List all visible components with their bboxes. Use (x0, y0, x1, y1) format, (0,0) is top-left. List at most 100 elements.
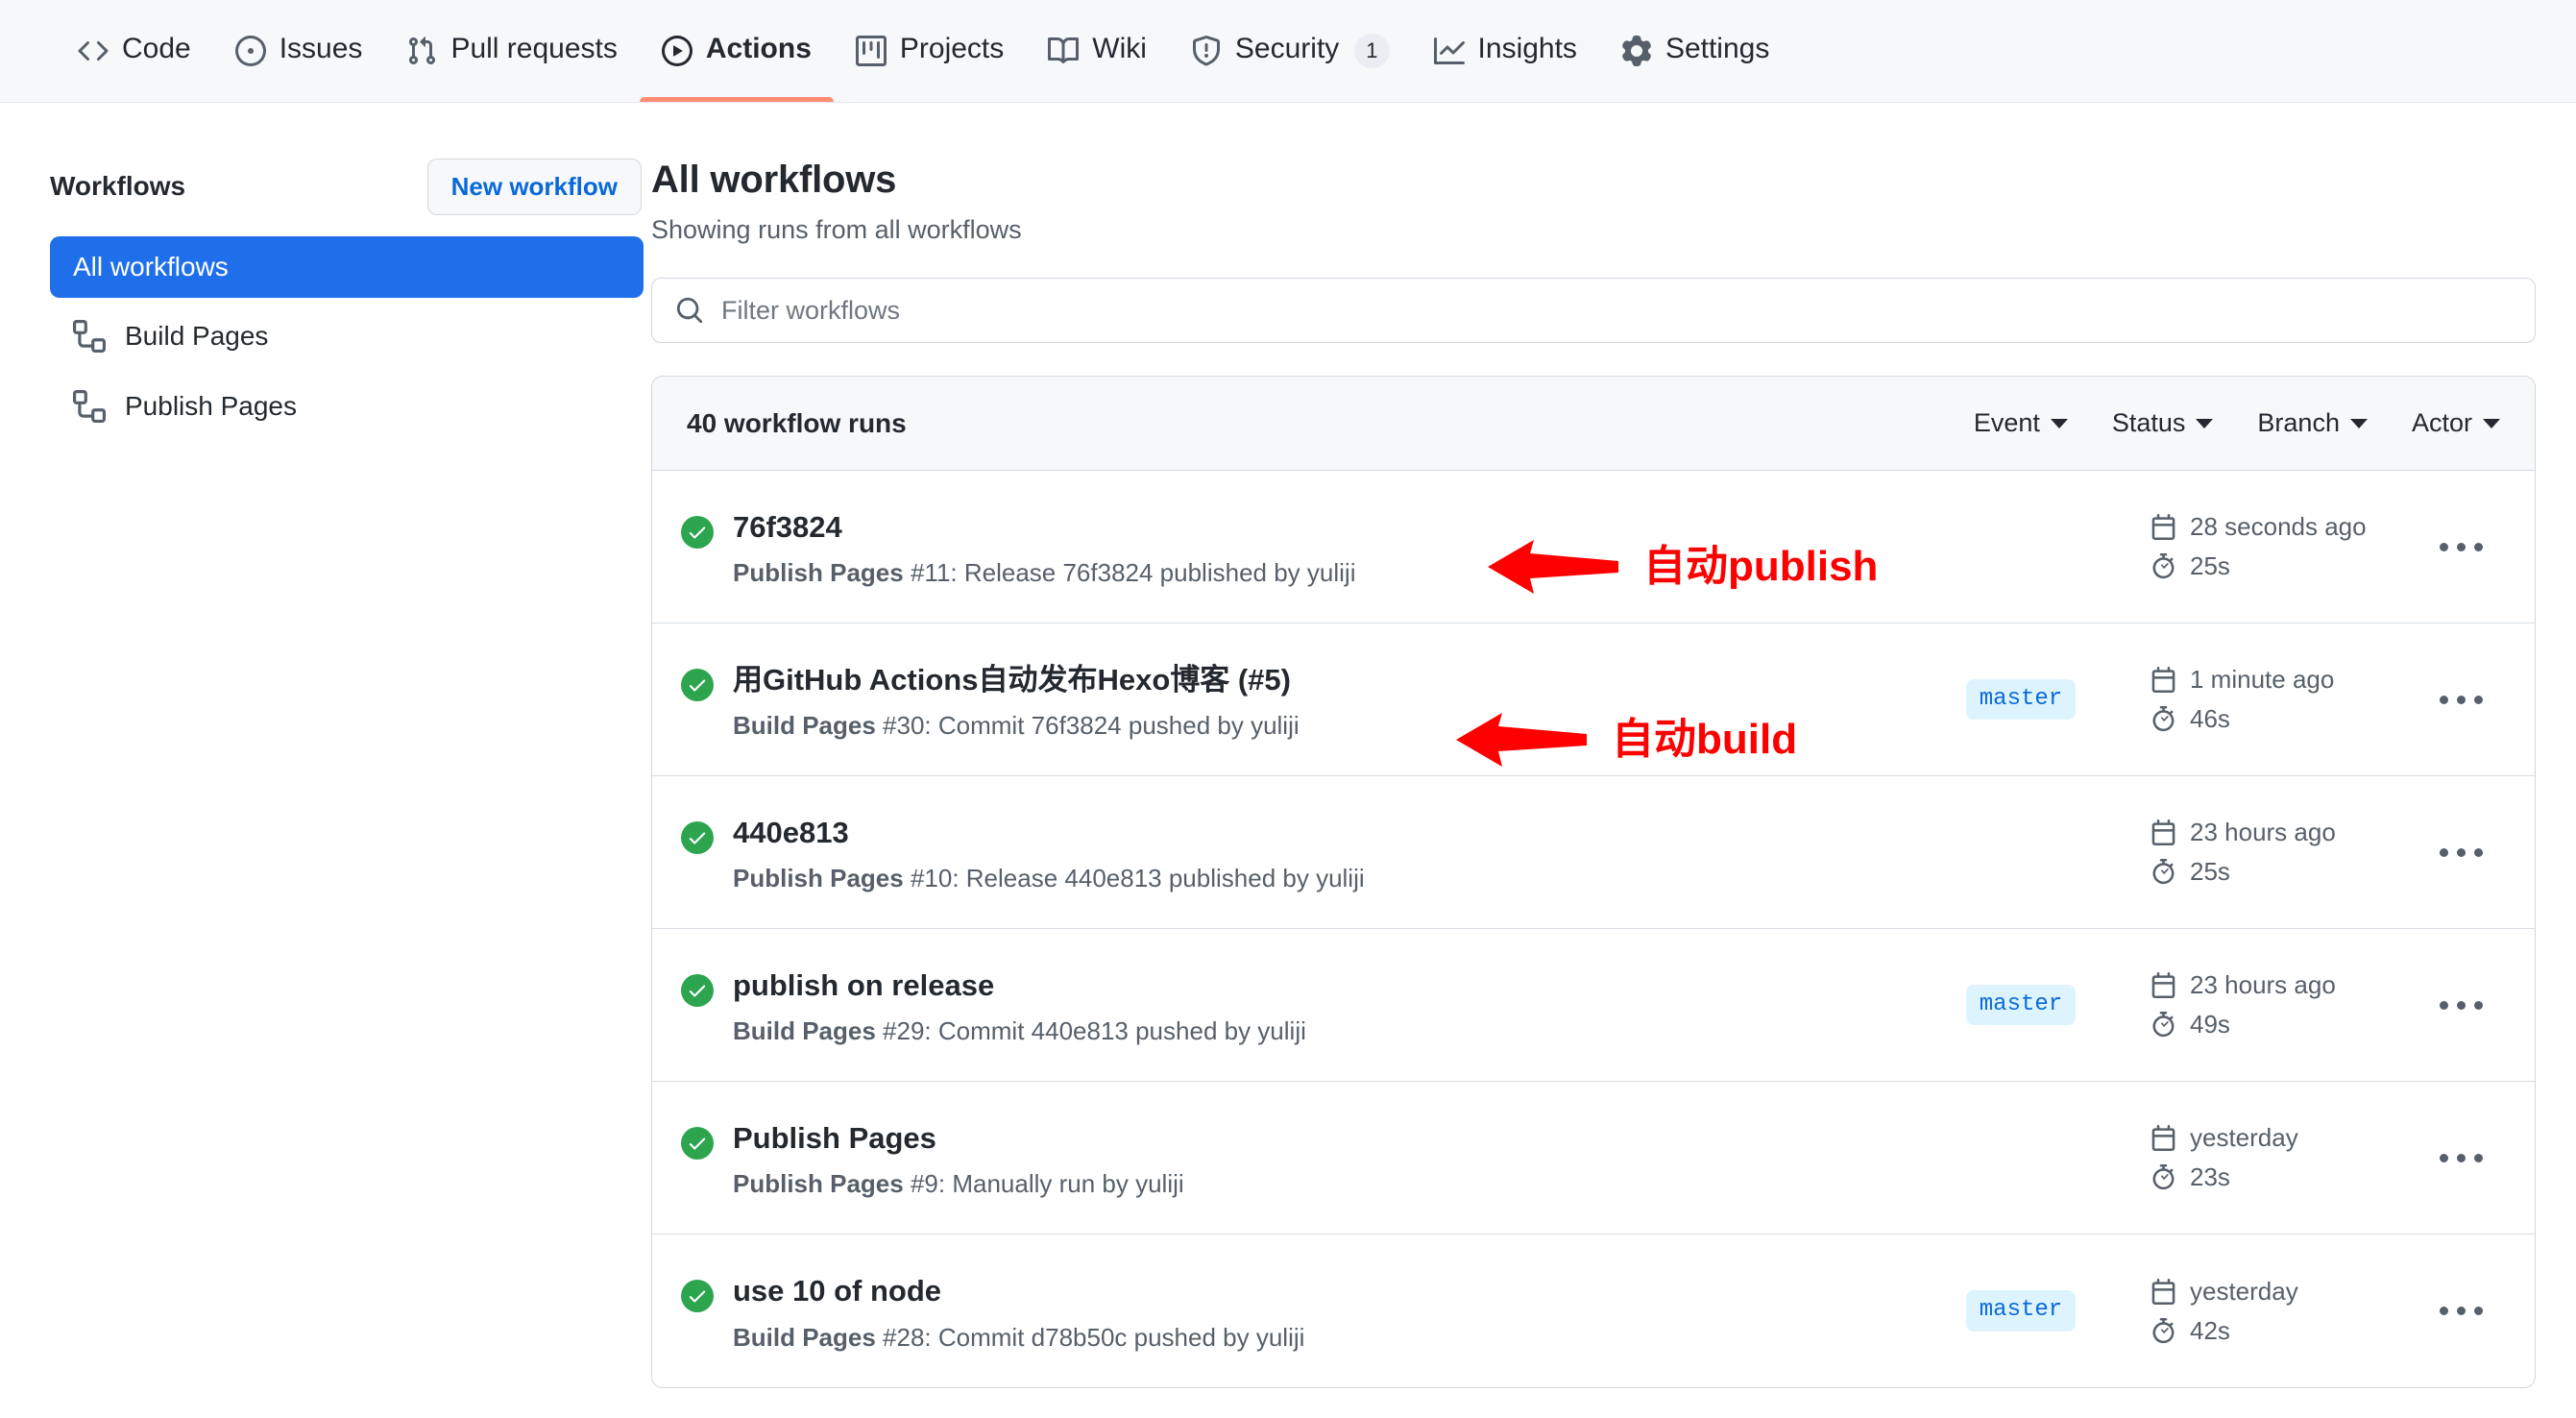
run-timestamp: yesterday (2151, 1277, 2419, 1307)
status-success-icon (681, 668, 714, 701)
run-duration: 25s (2151, 551, 2419, 581)
stopwatch-icon (2151, 1012, 2176, 1038)
chevron-down-icon (2349, 418, 2368, 428)
sidebar-item-all-workflows[interactable]: All workflows (50, 235, 644, 298)
kebab-menu-icon[interactable] (2439, 1307, 2483, 1315)
nav-item-projects[interactable]: Projects (834, 0, 1026, 102)
run-title[interactable]: 76f3824 (733, 509, 1355, 547)
filter-label: Branch (2257, 408, 2340, 437)
row-actions (2419, 695, 2502, 704)
filter-status[interactable]: Status (2112, 408, 2214, 438)
timestamp-text: 28 seconds ago (2190, 512, 2367, 541)
table-row[interactable]: 440e813 Publish Pages #10: Release 440e81… (652, 776, 2535, 929)
table-row[interactable]: publish on release Build Pages #29: Commi… (652, 929, 2535, 1082)
run-title[interactable]: 用GitHub Actions自动发布Hexo博客 (#5) (733, 662, 1300, 699)
nav-item-pull-requests[interactable]: Pull requests (384, 0, 639, 102)
security-counter: 1 (1354, 33, 1390, 68)
nav-item-label: Insights (1477, 32, 1577, 64)
filter-label: Actor (2411, 408, 2472, 437)
sidebar-item-publish-pages[interactable]: Publish Pages (50, 375, 644, 438)
branch-column: master (1891, 1290, 2151, 1332)
run-meta: 28 seconds ago 25s (2151, 512, 2419, 581)
branch-column: master (1891, 984, 2151, 1026)
table-row[interactable]: use 10 of node Build Pages #28: Commit d7… (652, 1235, 2535, 1387)
filter-workflows-input[interactable] (721, 295, 2512, 326)
run-title[interactable]: use 10 of node (733, 1273, 1304, 1310)
kebab-menu-icon[interactable] (2439, 542, 2483, 551)
run-workflow-name: Publish Pages (733, 1169, 904, 1199)
nav-item-code[interactable]: Code (56, 0, 213, 102)
filter-label: Status (2111, 408, 2186, 437)
row-actions (2419, 1000, 2502, 1010)
chevron-down-icon (2050, 418, 2068, 428)
status-success-icon (681, 515, 714, 549)
filter-actor[interactable]: Actor (2412, 408, 2500, 438)
filter-workflows-box[interactable] (651, 278, 2536, 343)
nav-item-wiki[interactable]: Wiki (1026, 0, 1169, 102)
run-description: Build Pages #29: Commit 440e813 pushed b… (733, 1016, 1306, 1046)
branch-badge[interactable]: master (1965, 678, 2077, 721)
run-summary: 440e813 Publish Pages #10: Release 440e81… (681, 811, 1891, 894)
gear-icon (1621, 35, 1652, 66)
nav-item-actions[interactable]: Actions (639, 0, 834, 102)
kebab-menu-icon[interactable] (2439, 1000, 2483, 1010)
nav-item-issues[interactable]: Issues (213, 0, 385, 102)
run-text-block: use 10 of node Build Pages #28: Commit d7… (733, 1273, 1304, 1353)
kebab-menu-icon[interactable] (2439, 1153, 2483, 1162)
duration-text: 49s (2190, 1010, 2230, 1039)
run-detail: #9: Manually run by yuliji (903, 1169, 1184, 1199)
duration-text: 46s (2190, 704, 2230, 733)
run-title[interactable]: Publish Pages (733, 1120, 1184, 1158)
run-description: Publish Pages #9: Manually run by yuliji (733, 1169, 1184, 1199)
project-icon (855, 35, 887, 66)
run-description: Build Pages #28: Commit d78b50c pushed b… (733, 1323, 1304, 1353)
table-row[interactable]: 用GitHub Actions自动发布Hexo博客 (#5) Build Page… (652, 623, 2535, 776)
kebab-menu-icon[interactable] (2439, 847, 2483, 857)
table-row[interactable]: Publish Pages Publish Pages #9: Manually … (652, 1082, 2535, 1235)
run-description: Build Pages #30: Commit 76f3824 pushed b… (733, 711, 1300, 741)
workflows-sidebar: Workflows New workflow All workflows Bui… (29, 159, 644, 1388)
sidebar-header: Workflows New workflow (50, 159, 644, 215)
filter-branch[interactable]: Branch (2257, 408, 2368, 438)
run-duration: 46s (2151, 704, 2419, 734)
book-icon (1048, 36, 1080, 66)
kebab-menu-icon[interactable] (2439, 695, 2483, 704)
run-detail: #30: Commit 76f3824 pushed by yuliji (875, 711, 1300, 741)
run-workflow-name: Build Pages (733, 1016, 876, 1046)
sidebar-item-build-pages[interactable]: Build Pages (50, 305, 644, 368)
nav-item-label: Projects (899, 32, 1005, 64)
run-detail: #10: Release 440e813 published by yuliji (903, 864, 1365, 893)
status-success-icon (681, 973, 714, 1007)
branch-column: master (1891, 678, 2151, 721)
row-actions (2419, 542, 2502, 551)
play-icon (661, 35, 693, 66)
run-title[interactable]: publish on release (733, 967, 1306, 1005)
nav-item-label: Settings (1665, 32, 1770, 64)
calendar-icon (2151, 667, 2176, 693)
run-text-block: 440e813 Publish Pages #10: Release 440e81… (733, 815, 1365, 894)
search-icon (675, 296, 704, 325)
run-workflow-name: Publish Pages (733, 558, 904, 588)
timestamp-text: 1 minute ago (2190, 665, 2335, 694)
run-detail: #28: Commit d78b50c pushed by yuliji (875, 1322, 1305, 1352)
stopwatch-icon (2151, 1164, 2176, 1190)
new-workflow-button[interactable]: New workflow (426, 159, 642, 215)
run-text-block: 76f3824 Publish Pages #11: Release 76f382… (733, 509, 1355, 589)
workflow-runs-table: 40 workflow runs Event Status Branch Act… (651, 376, 2536, 1388)
sidebar-item-label: Build Pages (125, 320, 269, 351)
nav-item-settings[interactable]: Settings (1599, 0, 1791, 102)
calendar-icon (2151, 1125, 2176, 1151)
branch-badge[interactable]: master (1965, 984, 2077, 1026)
run-meta: yesterday 42s (2151, 1277, 2419, 1346)
runs-list: 76f3824 Publish Pages #11: Release 76f382… (652, 471, 2535, 1387)
run-summary: publish on release Build Pages #29: Commi… (681, 964, 1891, 1047)
table-row[interactable]: 76f3824 Publish Pages #11: Release 76f382… (652, 471, 2535, 623)
calendar-icon (2151, 1278, 2176, 1305)
calendar-icon (2151, 514, 2176, 540)
nav-item-insights[interactable]: Insights (1412, 0, 1599, 102)
nav-item-security[interactable]: Security 1 (1169, 0, 1412, 102)
run-title[interactable]: 440e813 (733, 815, 1365, 852)
filter-event[interactable]: Event (1974, 408, 2068, 438)
run-timestamp: 23 hours ago (2151, 818, 2419, 847)
branch-badge[interactable]: master (1965, 1290, 2077, 1332)
